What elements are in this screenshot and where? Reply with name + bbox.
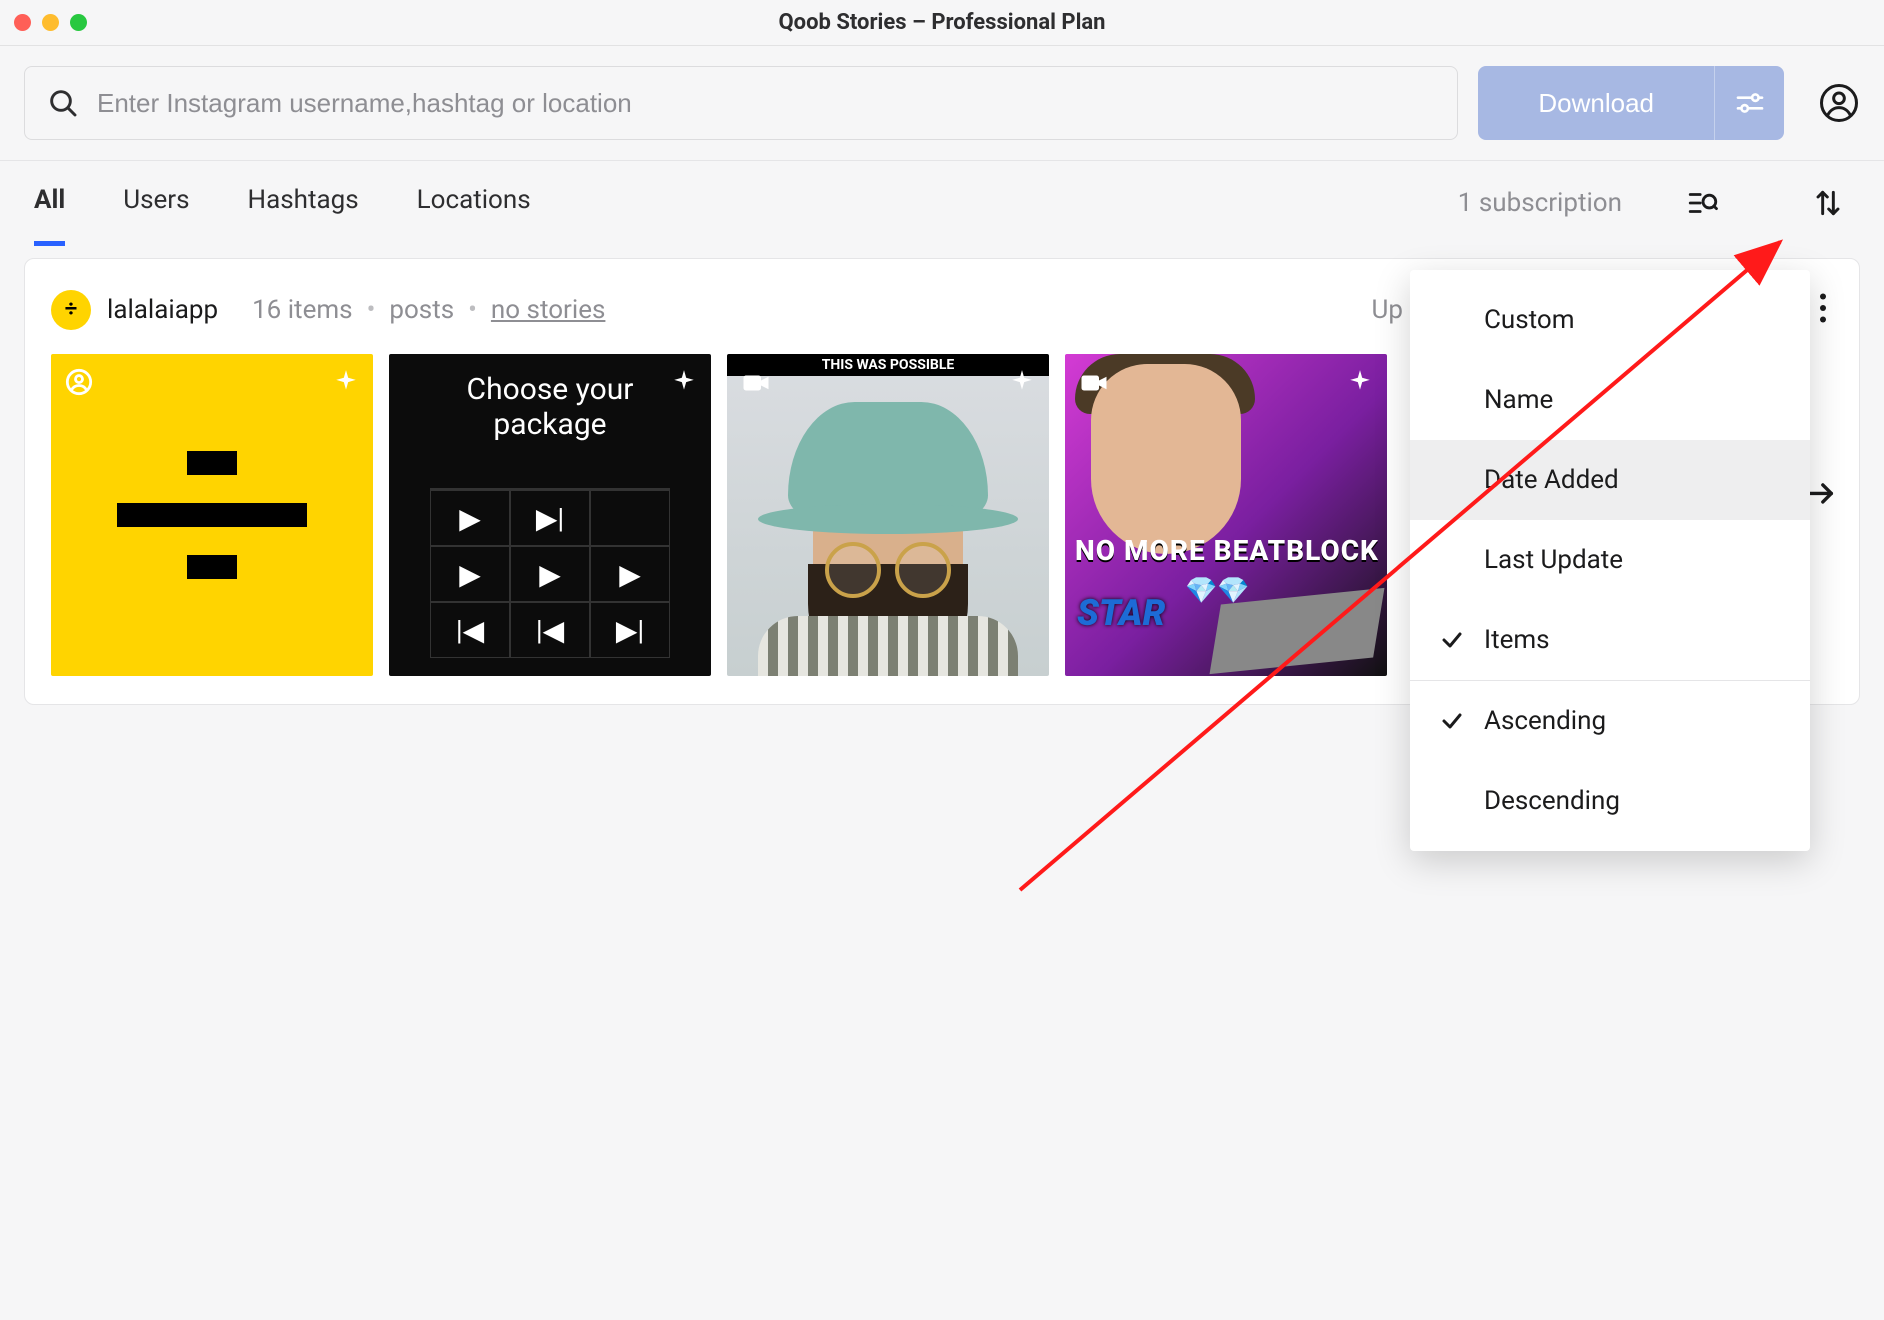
download-button[interactable]: Download [1478, 66, 1714, 140]
sort-order-descending[interactable]: Descending [1410, 761, 1810, 841]
thumbnail-2[interactable]: Choose your package ▶▶| ▶▶▶ |◀|◀▶| [389, 354, 711, 676]
search-icon [47, 87, 79, 119]
search-input[interactable] [97, 88, 1435, 119]
thumb4-caption: NO MORE BEATBLOCK [1075, 534, 1387, 567]
window-minimize-button[interactable] [42, 14, 59, 31]
profile-button[interactable] [1818, 82, 1860, 124]
playback-controls-grid: ▶▶| ▶▶▶ |◀|◀▶| [430, 488, 670, 658]
download-group: Download [1478, 66, 1784, 140]
sort-option-items[interactable]: Items [1410, 600, 1810, 680]
sparkle-icon [1347, 368, 1373, 398]
sparkle-icon [1009, 368, 1035, 398]
sort-order-ascending[interactable]: Ascending [1410, 681, 1810, 761]
sliders-icon [1734, 87, 1766, 119]
more-vertical-icon [1819, 293, 1827, 323]
subscription-count: 1 subscription [1458, 188, 1622, 244]
tabs-row: All Users Hashtags Locations 1 subscript… [0, 161, 1884, 246]
video-icon [1079, 368, 1109, 402]
tab-users[interactable]: Users [123, 185, 189, 246]
tab-locations[interactable]: Locations [417, 185, 531, 246]
avatar: ÷ [51, 290, 91, 330]
toolbar: Download [0, 46, 1884, 161]
thumbnail-3[interactable]: THIS WAS POSSIBLE [727, 354, 1049, 676]
thumb3-top-text: THIS WAS POSSIBLE [727, 354, 1049, 376]
thumb2-caption: Choose your package [389, 354, 711, 442]
check-icon [1440, 709, 1484, 733]
video-icon [741, 368, 771, 402]
tab-all[interactable]: All [34, 185, 65, 246]
card-meta: 16 items • posts • no stories [234, 295, 605, 325]
sort-arrows-icon [1812, 187, 1844, 219]
window-title: Qoob Stories – Professional Plan [0, 10, 1884, 35]
update-status: Up [1372, 295, 1403, 325]
window-close-button[interactable] [14, 14, 31, 31]
list-search-icon [1686, 186, 1720, 220]
no-stories-link[interactable]: no stories [491, 295, 605, 325]
username[interactable]: lalalaiapp [107, 295, 218, 325]
thumbnail-4[interactable]: NO MORE BEATBLOCK 💎💎 STAR [1065, 354, 1387, 676]
window-maximize-button[interactable] [70, 14, 87, 31]
filter-search-button[interactable] [1680, 186, 1726, 246]
tab-hashtags[interactable]: Hashtags [248, 185, 359, 246]
thumbnail-1[interactable] [51, 354, 373, 676]
sort-option-last-update[interactable]: Last Update [1410, 520, 1810, 600]
card-more-button[interactable] [1813, 287, 1833, 332]
profile-badge-icon [65, 368, 93, 400]
search-box[interactable] [24, 66, 1458, 140]
traffic-lights [14, 14, 87, 31]
title-bar: Qoob Stories – Professional Plan [0, 0, 1884, 46]
diamond-emoji: 💎💎 [1185, 576, 1250, 606]
sparkle-icon [671, 368, 697, 398]
sort-option-date-added[interactable]: Date Added [1410, 440, 1810, 520]
thumb4-subtext: STAR [1077, 592, 1165, 634]
divide-symbol [117, 451, 307, 579]
check-icon [1440, 628, 1484, 652]
user-circle-icon [1819, 83, 1859, 123]
sort-option-name[interactable]: Name [1410, 360, 1810, 440]
sort-button[interactable] [1806, 187, 1850, 245]
download-settings-button[interactable] [1714, 66, 1784, 140]
sort-option-custom[interactable]: Custom [1410, 280, 1810, 360]
sparkle-icon [333, 368, 359, 398]
posts-label: posts [389, 295, 454, 325]
sort-dropdown: Custom Name Date Added Last Update Items… [1410, 270, 1810, 851]
items-count: 16 items [252, 295, 353, 325]
